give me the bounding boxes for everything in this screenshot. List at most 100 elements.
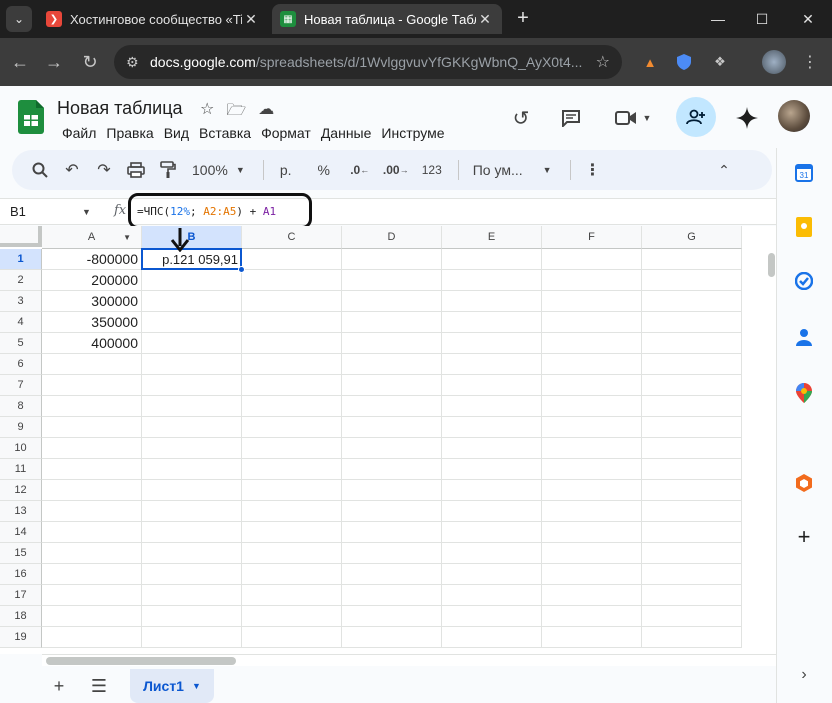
cell-f19[interactable] [542,627,642,648]
cell-d7[interactable] [342,375,442,396]
cell-f9[interactable] [542,417,642,438]
print-icon[interactable] [122,156,150,184]
cell-e12[interactable] [442,480,542,501]
cell-g9[interactable] [642,417,742,438]
cell-e19[interactable] [442,627,542,648]
menu-insert[interactable]: Вставка [194,123,256,143]
cell-g19[interactable] [642,627,742,648]
close-window-icon[interactable]: ✕ [786,0,830,38]
add-sheet-button[interactable]: + [46,673,72,699]
sheet-tab-active[interactable]: Лист1 ▼ [130,669,214,703]
cell-c5[interactable] [242,333,342,354]
cell-c9[interactable] [242,417,342,438]
cell-f17[interactable] [542,585,642,606]
cell-c13[interactable] [242,501,342,522]
cell-a13[interactable] [42,501,142,522]
cell-a4[interactable]: 350000 [42,312,142,333]
row-header-10[interactable]: 10 [0,438,42,459]
cell-d2[interactable] [342,270,442,291]
cell-e9[interactable] [442,417,542,438]
name-box[interactable]: B1 [10,204,26,219]
percent-format-button[interactable]: % [310,156,338,184]
row-header-3[interactable]: 3 [0,291,42,312]
row-header-7[interactable]: 7 [0,375,42,396]
spreadsheet-grid[interactable]: A ▼ B C D E F G 1 -800000 р.121 059,91 2 200000 3 3000… [0,226,776,654]
cell-g3[interactable] [642,291,742,312]
cell-b4[interactable] [142,312,242,333]
cell-c4[interactable] [242,312,342,333]
tasks-icon[interactable] [793,270,815,292]
cell-a1[interactable]: -800000 [42,249,142,270]
get-addons-plus-icon[interactable]: + [793,524,815,549]
cell-e10[interactable] [442,438,542,459]
cell-g1[interactable] [642,249,742,270]
browser-menu-icon[interactable]: ⋮ [800,52,820,72]
close-tab-icon[interactable]: ✕ [242,11,260,28]
menu-tools[interactable]: Инструме [376,123,449,143]
cell-b12[interactable] [142,480,242,501]
decrease-decimal-button[interactable]: .0 ← [346,156,374,184]
row-header-9[interactable]: 9 [0,417,42,438]
cell-e13[interactable] [442,501,542,522]
cell-g16[interactable] [642,564,742,585]
cell-d15[interactable] [342,543,442,564]
cell-c15[interactable] [242,543,342,564]
cell-e16[interactable] [442,564,542,585]
cell-a17[interactable] [42,585,142,606]
column-header-b[interactable]: B [142,226,242,249]
cell-g4[interactable] [642,312,742,333]
cell-c8[interactable] [242,396,342,417]
maps-icon[interactable] [793,382,815,404]
column-menu-chevron-icon[interactable]: ▼ [123,233,131,242]
site-info-icon[interactable]: ⚙ [126,54,150,71]
cell-d14[interactable] [342,522,442,543]
keep-icon[interactable] [793,216,815,238]
cell-e4[interactable] [442,312,542,333]
cell-b1[interactable]: р.121 059,91 [141,248,242,270]
cell-d9[interactable] [342,417,442,438]
cell-a9[interactable] [42,417,142,438]
cell-f15[interactable] [542,543,642,564]
row-header-11[interactable]: 11 [0,459,42,480]
close-tab-icon[interactable]: ✕ [476,11,494,28]
cell-f1[interactable] [542,249,642,270]
cell-g13[interactable] [642,501,742,522]
row-header-18[interactable]: 18 [0,606,42,627]
menu-view[interactable]: Вид [159,123,194,143]
cell-g7[interactable] [642,375,742,396]
cell-c14[interactable] [242,522,342,543]
cell-b17[interactable] [142,585,242,606]
cell-f10[interactable] [542,438,642,459]
cell-f18[interactable] [542,606,642,627]
browser-tab-timeweb[interactable]: ❯ Хостинговое сообщество «Tim ✕ [38,4,268,34]
row-header-6[interactable]: 6 [0,354,42,375]
hide-side-panel-chevron-icon[interactable]: › [793,664,815,686]
back-icon[interactable]: ← [8,50,32,74]
currency-format-button[interactable]: р. [272,156,300,184]
cell-f8[interactable] [542,396,642,417]
fill-handle[interactable] [238,266,245,273]
cell-b6[interactable] [142,354,242,375]
cell-a5[interactable]: 400000 [42,333,142,354]
cell-a8[interactable] [42,396,142,417]
cell-f7[interactable] [542,375,642,396]
more-options-icon[interactable]: ⋮ [579,156,607,184]
chevron-down-icon[interactable]: ▼ [192,681,201,691]
cell-b2[interactable] [142,270,242,291]
cell-f13[interactable] [542,501,642,522]
cell-c10[interactable] [242,438,342,459]
redo-icon[interactable]: ↷ [90,156,118,184]
cell-g11[interactable] [642,459,742,480]
cell-f16[interactable] [542,564,642,585]
cell-g12[interactable] [642,480,742,501]
undo-icon[interactable]: ↶ [58,156,86,184]
cell-f11[interactable] [542,459,642,480]
cell-d1[interactable] [342,249,442,270]
share-button[interactable] [676,97,716,137]
calendar-icon[interactable]: 31 [793,162,815,184]
cell-b15[interactable] [142,543,242,564]
column-header-c[interactable]: C [242,226,342,249]
cell-d17[interactable] [342,585,442,606]
row-header-5[interactable]: 5 [0,333,42,354]
extension-fox-icon[interactable]: ▲ [640,52,660,72]
